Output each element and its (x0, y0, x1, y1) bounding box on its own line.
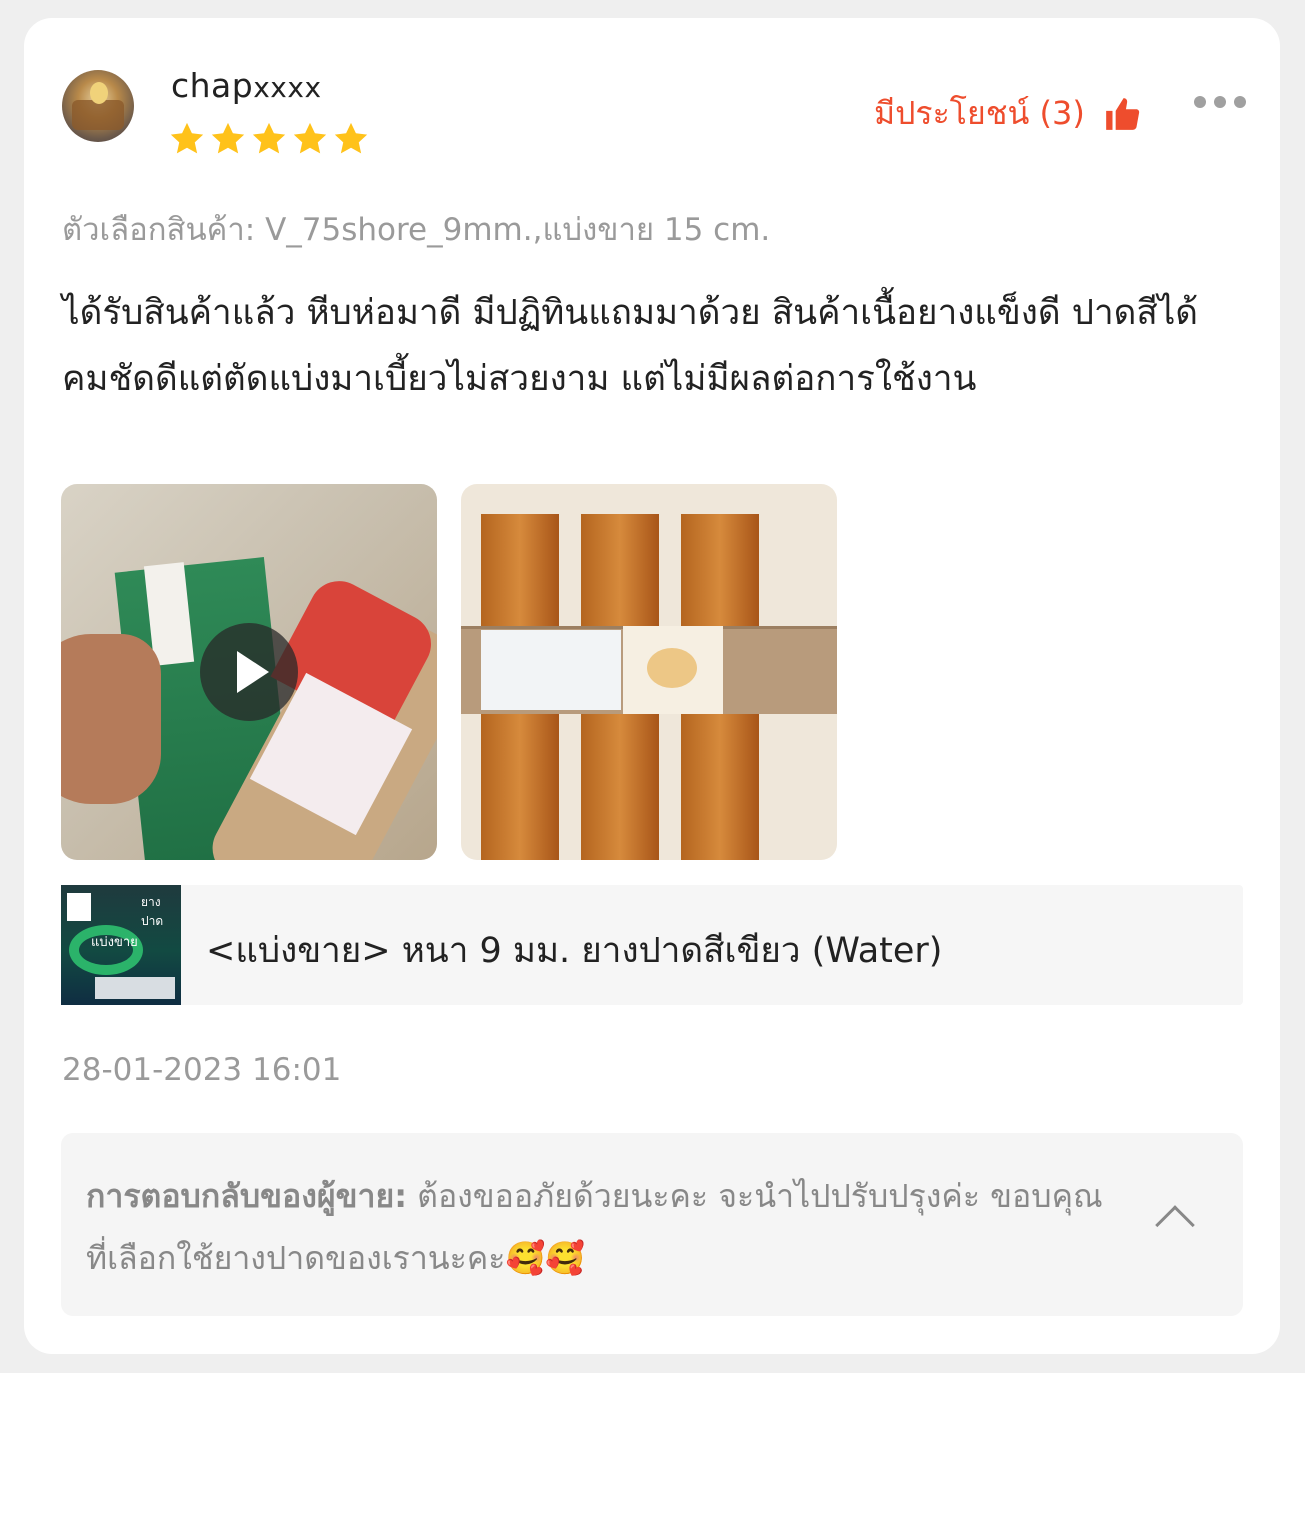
seller-reply-label: การตอบกลับของผู้ขาย: (86, 1177, 407, 1215)
star-icon (170, 122, 204, 154)
helpful-button[interactable]: มีประโยชน์ (3) (874, 88, 1141, 139)
review-video-thumbnail[interactable] (61, 484, 437, 860)
thumb-badge: แบ่งขาย (91, 935, 138, 950)
star-icon (334, 122, 368, 154)
review-photo[interactable] (461, 484, 837, 860)
username-mask: xxxx (253, 71, 322, 104)
variant-info: ตัวเลือกสินค้า: V_75shore_9mm.,แบ่งขาย 1… (62, 212, 771, 248)
review-text: ได้รับสินค้าแล้ว หีบห่อมาดี มีปฏิทินแถมม… (62, 293, 1199, 399)
helpful-label: มีประโยชน์ (3) (874, 94, 1085, 132)
review-card: chapxxxx มีประโยชน์ (3) ตัวเลือกสินค้า: … (24, 18, 1280, 1354)
seller-reply: การตอบกลับของผู้ขาย: ต้องขออภัยด้วยนะคะ … (61, 1133, 1243, 1316)
star-icon (211, 122, 245, 154)
username: chap (171, 66, 254, 105)
product-thumbnail: แบ่งขาย ยางปาด (61, 885, 181, 1005)
avatar[interactable] (62, 70, 134, 142)
rating-stars (168, 120, 370, 158)
product-link[interactable]: แบ่งขาย ยางปาด <แบ่งขาย> หนา 9 มม. ยางปา… (61, 885, 1243, 1005)
review-timestamp: 28-01-2023 16:01 (62, 1052, 342, 1088)
star-icon (293, 122, 327, 154)
seller-reply-text: การตอบกลับของผู้ขาย: ต้องขออภัยด้วยนะคะ … (86, 1165, 1106, 1289)
product-name: <แบ่งขาย> หนา 9 มม. ยางปาดสีเขียว (Water… (206, 931, 943, 971)
thumbs-up-icon (1105, 97, 1139, 130)
chevron-up-icon[interactable] (1155, 1205, 1195, 1245)
star-icon (252, 122, 286, 154)
more-options-icon[interactable] (1194, 96, 1246, 108)
reviewer-name: chapxxxx (171, 66, 322, 105)
play-icon[interactable] (200, 623, 298, 721)
thumb-title: ยางปาด (141, 895, 164, 928)
